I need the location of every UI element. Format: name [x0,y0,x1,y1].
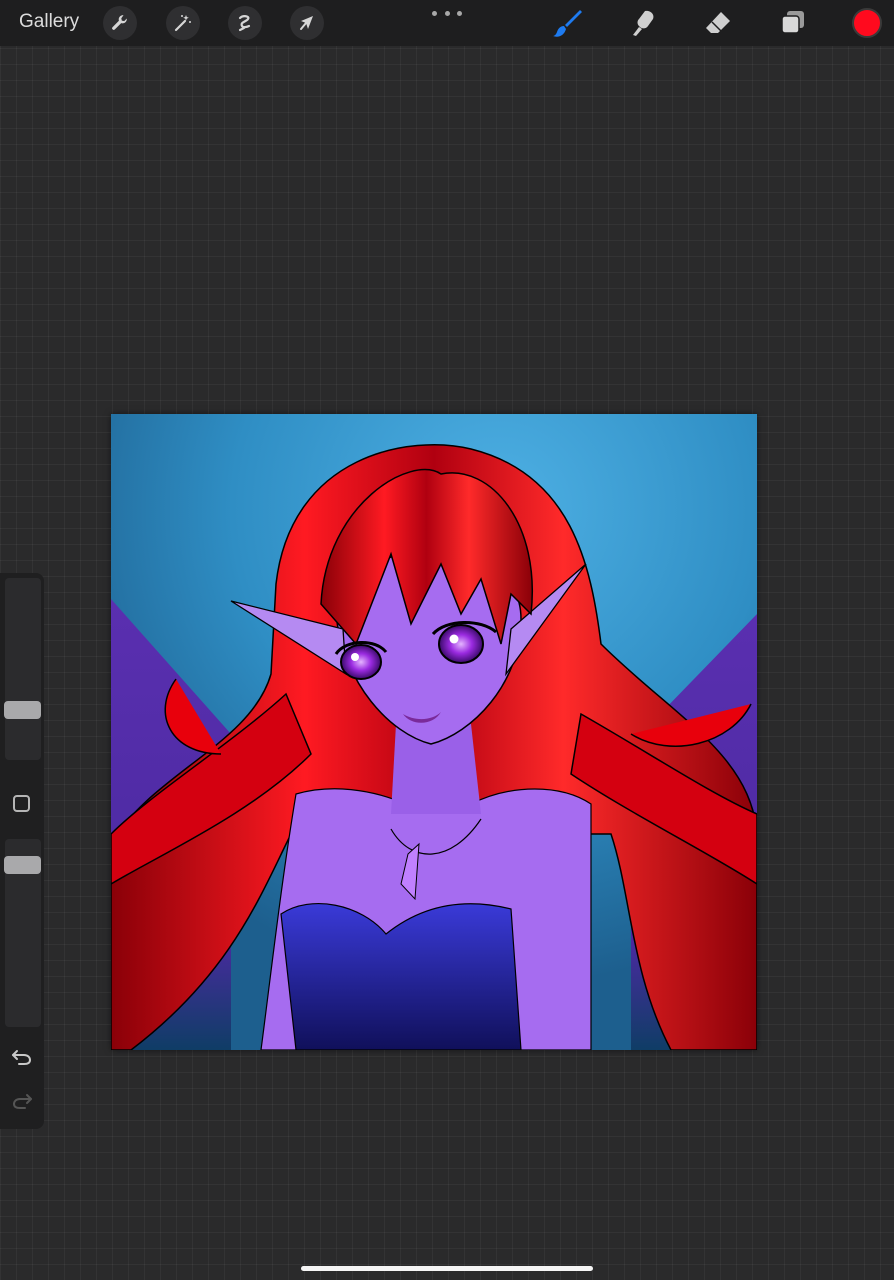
layers-button[interactable] [776,6,810,40]
eraser-icon [706,12,730,33]
left-sidebar [0,573,44,1129]
brush-tool-button[interactable] [551,6,585,40]
redo-icon [12,1094,32,1109]
selection-button[interactable] [228,6,262,40]
brush-icon [553,10,582,37]
selection-icon [238,15,251,32]
transform-button[interactable] [290,6,324,40]
top-toolbar: Gallery [0,0,894,46]
wrench-icon [112,15,127,30]
opacity-slider-thumb[interactable] [4,856,41,874]
undo-button[interactable] [8,1043,36,1071]
brush-size-slider-thumb[interactable] [4,701,41,719]
drawing-canvas[interactable] [111,414,757,1050]
adjustments-button[interactable] [166,6,200,40]
eraser-tool-button[interactable] [701,6,735,40]
redo-button[interactable] [8,1087,36,1115]
magic-wand-icon [174,15,191,32]
home-indicator[interactable] [301,1266,593,1271]
opacity-slider[interactable] [4,839,41,1027]
actions-button[interactable] [103,6,137,40]
more-button[interactable] [432,5,462,21]
transform-arrow-icon [300,16,313,30]
brush-size-slider[interactable] [4,578,41,760]
color-picker-button[interactable] [852,8,882,38]
layers-icon [781,11,804,34]
modify-square-icon[interactable] [13,795,30,812]
more-icon [432,10,437,16]
smudge-icon [633,10,654,36]
artwork [111,414,757,1050]
gallery-button[interactable]: Gallery [19,11,79,33]
smudge-tool-button[interactable] [626,6,660,40]
undo-icon [12,1050,32,1065]
